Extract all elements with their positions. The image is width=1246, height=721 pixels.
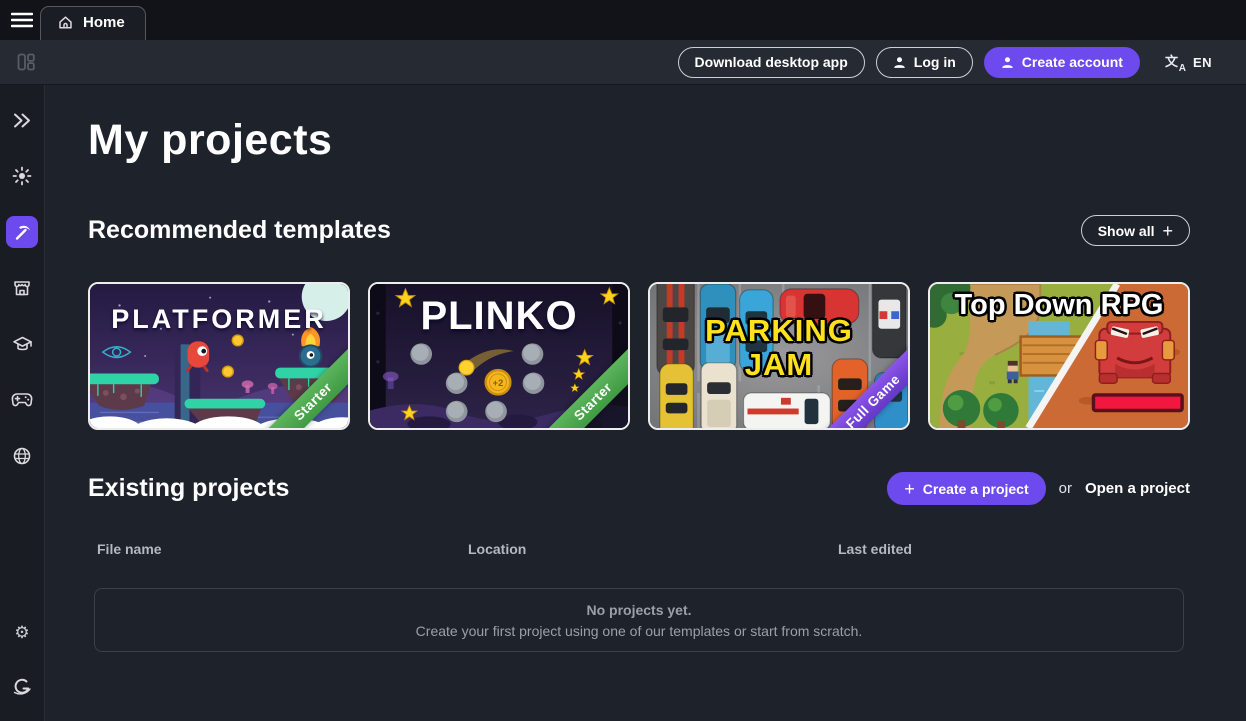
plinko-coin-label: +2: [493, 378, 504, 388]
person-icon: [1001, 56, 1014, 69]
create-project-label: Create a project: [923, 481, 1029, 497]
header-toolbar: Download desktop app Log in Create accou…: [0, 40, 1246, 85]
empty-state-line1: No projects yet.: [586, 602, 691, 618]
storefront-icon: [12, 278, 32, 298]
template-card-top-down-rpg[interactable]: Top Down RPG: [928, 282, 1190, 430]
template-card-plinko[interactable]: +2 PLINKO Starter: [368, 282, 630, 430]
sidebar-item-about-gdevelop[interactable]: [6, 671, 38, 703]
column-header-location: Location: [468, 541, 838, 557]
gear-icon: ⚙: [14, 625, 29, 642]
templates-section-title: Recommended templates: [88, 216, 391, 245]
login-button[interactable]: Log in: [876, 47, 973, 78]
download-desktop-app-label: Download desktop app: [695, 54, 848, 70]
tab-bar: Home: [0, 0, 1246, 40]
main-content: My projects Recommended templates Show a…: [46, 85, 1246, 721]
tab-home-label: Home: [83, 14, 125, 31]
create-account-label: Create account: [1022, 54, 1123, 70]
projects-table-header: File name Location Last edited: [94, 541, 1184, 557]
open-project-button[interactable]: Open a project: [1085, 480, 1190, 497]
create-project-button[interactable]: + Create a project: [887, 472, 1045, 505]
pickaxe-icon: [13, 223, 32, 242]
tab-home[interactable]: Home: [40, 6, 146, 42]
template-cards: PLATFORMER Starter: [88, 282, 1190, 430]
empty-projects-placeholder: No projects yet. Create your first proje…: [94, 588, 1184, 652]
create-account-button[interactable]: Create account: [984, 47, 1140, 78]
graduation-cap-icon: [12, 335, 33, 354]
sidebar-item-play[interactable]: [6, 384, 38, 416]
spark-icon: [12, 166, 32, 186]
column-header-last-edited: Last edited: [838, 541, 1184, 557]
sidebar-item-build[interactable]: [6, 216, 38, 248]
download-desktop-app-button[interactable]: Download desktop app: [678, 47, 865, 78]
column-header-file-name: File name: [94, 541, 468, 557]
show-all-label: Show all: [1098, 223, 1155, 239]
language-selector[interactable]: 文A EN: [1165, 52, 1212, 72]
plus-icon: +: [1162, 222, 1173, 240]
sidebar-item-learn[interactable]: [6, 328, 38, 360]
sidebar-item-preferences[interactable]: ⚙: [6, 617, 38, 649]
sidebar: ⚙: [0, 85, 45, 721]
projects-section-title: Existing projects: [88, 474, 289, 503]
main-menu-button[interactable]: [0, 0, 44, 40]
game-controller-icon: [11, 392, 33, 408]
top-down-rpg-card-art: [930, 284, 1188, 428]
globe-icon: [12, 446, 32, 466]
person-icon: [893, 56, 906, 69]
page-title: My projects: [88, 116, 1190, 165]
toggle-panels-button[interactable]: [11, 47, 41, 77]
show-all-button[interactable]: Show all +: [1081, 215, 1190, 246]
sidebar-item-shop[interactable]: [6, 272, 38, 304]
translate-icon: 文A: [1165, 52, 1185, 72]
gdevelop-logo-icon: [12, 677, 32, 697]
language-label: EN: [1193, 55, 1212, 70]
template-card-parking-jam[interactable]: PARKING JAM Full Game: [648, 282, 910, 430]
double-chevron-right-icon: [12, 112, 32, 129]
sidebar-item-get-started[interactable]: [6, 160, 38, 192]
login-label: Log in: [914, 54, 956, 70]
layout-panels-icon: [16, 52, 36, 72]
or-label: or: [1059, 480, 1072, 497]
plus-icon: +: [904, 480, 915, 498]
home-icon: [57, 14, 74, 31]
empty-state-line2: Create your first project using one of o…: [416, 623, 863, 639]
sidebar-item-community[interactable]: [6, 440, 38, 472]
template-card-platformer[interactable]: PLATFORMER Starter: [88, 282, 350, 430]
sidebar-item-expand-panel[interactable]: [6, 104, 38, 136]
hamburger-icon: [11, 12, 33, 28]
